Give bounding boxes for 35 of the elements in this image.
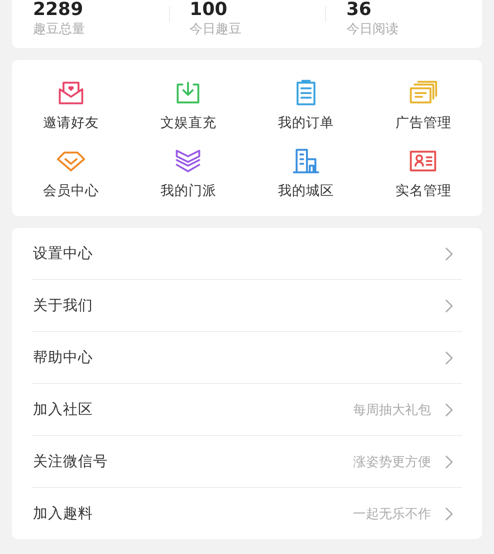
stat-value: 2289 — [33, 0, 84, 19]
menu-label: 关注微信号 — [33, 453, 109, 471]
shortcut-button[interactable]: 邀请好友 — [12, 78, 130, 132]
stat-label: 今日阅读 — [346, 21, 400, 38]
menu-label: 加入社区 — [33, 401, 94, 419]
menu-item[interactable]: 设置中心 — [32, 228, 462, 280]
chevron-icon — [445, 246, 453, 260]
menu-label: 加入趣料 — [33, 505, 94, 523]
menu-label: 帮助中心 — [33, 348, 94, 367]
menu-label: 关于我们 — [33, 297, 94, 315]
chevron-icon — [445, 454, 453, 468]
shortcut-button[interactable]: 广告管理 — [364, 78, 482, 132]
stat-label: 趣豆总量 — [33, 21, 86, 38]
shortcut-button[interactable]: 我的城区 — [247, 146, 364, 200]
menu-label: 设置中心 — [33, 244, 94, 263]
shortcut-button[interactable]: 我的门派 — [130, 146, 247, 200]
stat-value: 36 — [346, 0, 372, 19]
shortcut-button[interactable]: 我的订单 — [247, 78, 364, 132]
shortcut-button[interactable]: 文娱直充 — [130, 78, 247, 132]
menu-item[interactable]: 帮助中心 — [32, 332, 462, 384]
shortcut-button[interactable]: 实名管理 — [364, 146, 482, 200]
chevron-icon — [445, 506, 453, 520]
stat-label: 今日趣豆 — [190, 21, 243, 38]
menu-item[interactable]: 关于我们 — [32, 280, 462, 332]
chevron-icon — [445, 350, 453, 364]
menu-item[interactable]: 加入社区 每周抽大礼包 — [32, 384, 462, 436]
shortcut-button[interactable]: 会员中心 — [12, 146, 130, 200]
stat-value: 100 — [190, 0, 228, 19]
menu-hint: 每周抽大礼包 — [353, 402, 431, 418]
menu-item[interactable]: 加入趣料 一起无乐不作 — [32, 488, 462, 539]
chevron-icon — [445, 298, 453, 312]
menu-hint: 一起无乐不作 — [353, 506, 431, 522]
menu-item[interactable]: 关注微信号 涨姿势更方便 — [32, 436, 462, 488]
chevron-icon — [445, 402, 453, 416]
menu-hint: 涨姿势更方便 — [353, 454, 431, 470]
